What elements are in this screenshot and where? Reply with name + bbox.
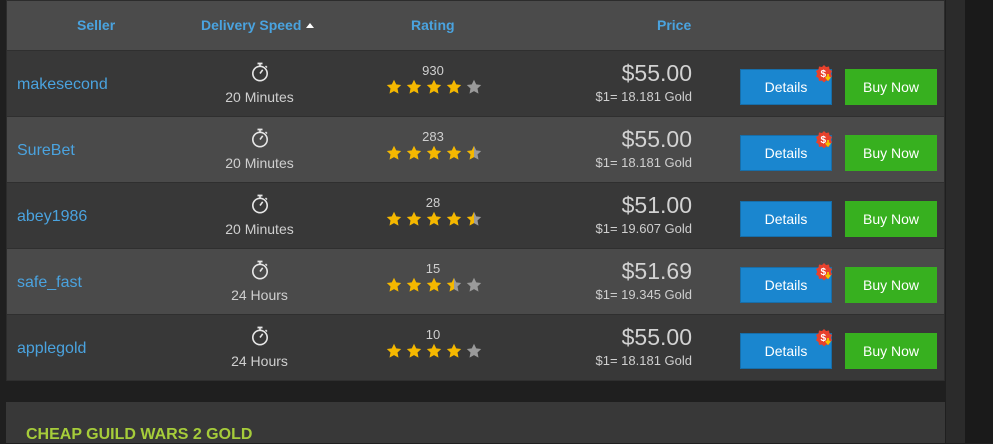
star-icon bbox=[426, 277, 442, 292]
buy-now-button[interactable]: Buy Now bbox=[845, 201, 937, 237]
star-icon bbox=[466, 343, 482, 358]
section-panel: CHEAP GUILD WARS 2 GOLD bbox=[6, 402, 945, 443]
scrollbar-track[interactable] bbox=[965, 0, 993, 443]
star-icon bbox=[466, 145, 482, 160]
star-icon bbox=[426, 79, 442, 94]
rating-count: 28 bbox=[425, 195, 441, 210]
buy-now-button-label: Buy Now bbox=[862, 277, 920, 293]
rating-count: 15 bbox=[425, 261, 441, 276]
star-icon bbox=[426, 211, 442, 226]
column-header-price[interactable]: Price bbox=[657, 17, 691, 33]
delivery-speed-value: 20 Minutes bbox=[225, 221, 294, 237]
stopwatch-icon bbox=[252, 260, 268, 280]
stopwatch-icon bbox=[252, 326, 268, 346]
buy-now-button-label: Buy Now bbox=[862, 145, 920, 161]
table-row: makesecond 20 Minutes 930 $55.00 $1= 18.181 … bbox=[7, 51, 944, 117]
delivery-speed-value: 20 Minutes bbox=[225, 155, 294, 171]
table-header: Seller Delivery Speed Rating Price bbox=[7, 1, 944, 51]
delivery-speed-value: 20 Minutes bbox=[225, 89, 294, 105]
seller-name-link[interactable]: SureBet bbox=[17, 142, 75, 160]
column-header-delivery-speed-label: Delivery Speed bbox=[201, 17, 302, 33]
table-row: SureBet 20 Minutes 283 $55.00 $1= 18.181 Gol… bbox=[7, 117, 944, 183]
star-icon bbox=[446, 211, 462, 226]
price-value: $51.00 bbox=[621, 192, 692, 218]
stopwatch-icon bbox=[252, 128, 268, 148]
buy-now-button[interactable]: Buy Now bbox=[845, 267, 937, 303]
star-icon bbox=[386, 145, 402, 160]
column-header-seller[interactable]: Seller bbox=[77, 17, 115, 33]
buy-now-button[interactable]: Buy Now bbox=[845, 333, 937, 369]
gold-rate: $1= 19.607 Gold bbox=[595, 221, 693, 236]
delivery-speed-value: 24 Hours bbox=[231, 353, 288, 369]
star-icon bbox=[406, 79, 422, 94]
discount-badge-icon: $ bbox=[816, 131, 832, 149]
details-button-label: Details bbox=[764, 343, 808, 359]
rating-count: 10 bbox=[425, 327, 441, 342]
buy-now-button[interactable]: Buy Now bbox=[845, 69, 937, 105]
section-title: CHEAP GUILD WARS 2 GOLD bbox=[26, 426, 253, 443]
column-header-delivery-speed[interactable]: Delivery Speed bbox=[201, 17, 315, 33]
star-icon bbox=[386, 79, 402, 94]
details-button-label: Details bbox=[764, 211, 808, 227]
discount-badge-icon: $ bbox=[816, 65, 832, 83]
price-value: $51.69 bbox=[621, 258, 692, 284]
price-value: $55.00 bbox=[621, 60, 692, 86]
star-rating bbox=[386, 277, 486, 295]
star-rating bbox=[386, 145, 486, 163]
star-icon bbox=[406, 343, 422, 358]
details-button-label: Details bbox=[764, 277, 808, 293]
seller-name-link[interactable]: safe_fast bbox=[17, 274, 82, 292]
discount-badge-icon: $ bbox=[816, 263, 832, 281]
table-row: safe_fast 24 Hours 15 $51.69 $1= 19.345 Gold… bbox=[7, 249, 944, 315]
rating-count: 283 bbox=[422, 129, 444, 144]
star-icon bbox=[426, 145, 442, 160]
price-value: $55.00 bbox=[621, 324, 692, 350]
details-button-label: Details bbox=[764, 79, 808, 95]
star-rating bbox=[386, 79, 486, 97]
star-icon bbox=[426, 343, 442, 358]
star-icon bbox=[446, 277, 462, 292]
gold-rate: $1= 19.345 Gold bbox=[595, 287, 693, 302]
stopwatch-icon bbox=[252, 194, 268, 214]
star-rating bbox=[386, 343, 486, 361]
seller-name-link[interactable]: makesecond bbox=[17, 76, 108, 94]
seller-offers-table: Seller Delivery Speed Rating Price makes… bbox=[6, 0, 945, 381]
rating-count: 930 bbox=[422, 63, 444, 78]
table-row: applegold 24 Hours 10 $55.00 $1= 18.181 Gold… bbox=[7, 315, 944, 381]
star-icon bbox=[446, 145, 462, 160]
star-icon bbox=[466, 277, 482, 292]
gold-rate: $1= 18.181 Gold bbox=[595, 353, 693, 368]
details-button-label: Details bbox=[764, 145, 808, 161]
delivery-speed-value: 24 Hours bbox=[231, 287, 288, 303]
table-row: abey1986 20 Minutes 28 $51.00 $1= 19.607 Gol… bbox=[7, 183, 944, 249]
page-gutter bbox=[946, 0, 965, 443]
seller-name-link[interactable]: abey1986 bbox=[17, 208, 87, 226]
star-icon bbox=[386, 211, 402, 226]
buy-now-button[interactable]: Buy Now bbox=[845, 135, 937, 171]
column-header-rating[interactable]: Rating bbox=[411, 17, 455, 33]
star-icon bbox=[406, 277, 422, 292]
star-icon bbox=[386, 343, 402, 358]
star-icon bbox=[446, 343, 462, 358]
price-value: $55.00 bbox=[621, 126, 692, 152]
buy-now-button-label: Buy Now bbox=[862, 211, 920, 227]
buy-now-button-label: Buy Now bbox=[862, 79, 920, 95]
star-icon bbox=[386, 277, 402, 292]
discount-badge-icon: $ bbox=[816, 329, 832, 347]
gold-rate: $1= 18.181 Gold bbox=[595, 155, 693, 170]
gold-rate: $1= 18.181 Gold bbox=[595, 89, 693, 104]
star-icon bbox=[406, 211, 422, 226]
star-icon bbox=[466, 79, 482, 94]
buy-now-button-label: Buy Now bbox=[862, 343, 920, 359]
star-icon bbox=[466, 211, 482, 226]
star-icon bbox=[406, 145, 422, 160]
details-button[interactable]: Details bbox=[740, 201, 832, 237]
seller-name-link[interactable]: applegold bbox=[17, 340, 86, 358]
star-icon bbox=[446, 79, 462, 94]
stopwatch-icon bbox=[252, 62, 268, 82]
star-rating bbox=[386, 211, 486, 229]
sort-ascending-icon bbox=[306, 22, 315, 28]
